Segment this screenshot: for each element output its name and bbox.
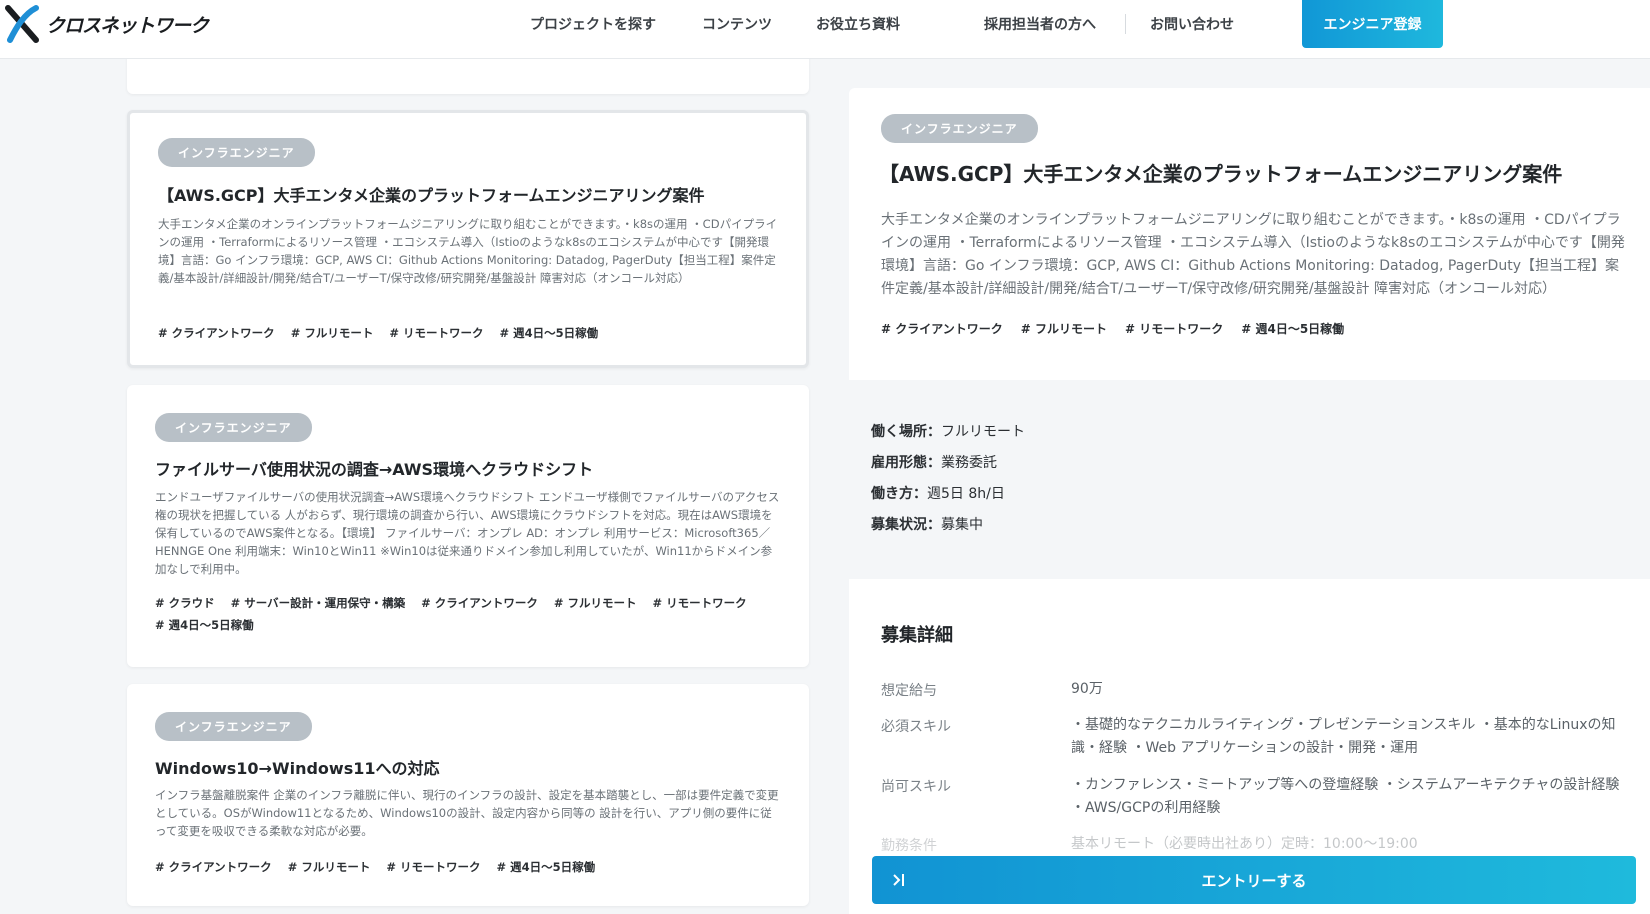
engineer-register-button[interactable]: エンジニア登録: [1302, 0, 1443, 48]
info-row-location: 働く場所：フルリモート: [871, 421, 1025, 441]
info-value: 募集中: [941, 517, 983, 533]
row-value-preferred-skills: ・カンファレンス・ミートアップ等への登壇経験 ・システムアーキテクチャの設計経験…: [1071, 777, 1620, 816]
tag[interactable]: # フルリモート: [1021, 320, 1107, 337]
tag[interactable]: # クライアントワーク: [158, 325, 275, 341]
info-key: 働き方：: [871, 486, 927, 502]
site-header: クロスネットワーク プロジェクトを探す コンテンツ お役立ち資料 採用担当者の方…: [0, 0, 1650, 59]
job-card[interactable]: インフラエンジニア 【AWS.GCP】大手エンタメ企業のプラットフォームエンジニ…: [127, 110, 809, 368]
arrow-right-bar-icon: [893, 874, 904, 886]
detail-title: 【AWS.GCP】大手エンタメ企業のプラットフォームエンジニアリング案件: [879, 162, 1563, 186]
category-badge: インフラエンジニア: [881, 114, 1038, 143]
tag-list: # クライアントワーク # フルリモート # リモートワーク # 週4日〜5日稼…: [155, 859, 781, 875]
info-value: 週5日 8h/日: [927, 486, 1005, 502]
entry-button-label: エントリーする: [1201, 871, 1307, 890]
row-key-required-skills: 必須スキル: [881, 719, 951, 735]
tag[interactable]: # クライアントワーク: [881, 320, 1003, 337]
tag-list: # クライアントワーク # フルリモート # リモートワーク # 週4日〜5日稼…: [158, 325, 784, 341]
nav-item-contents[interactable]: コンテンツ: [702, 14, 772, 34]
category-badge: インフラエンジニア: [155, 712, 312, 741]
row-value-salary: 90万: [1071, 681, 1103, 697]
nav-item-projects[interactable]: プロジェクトを探す: [530, 14, 656, 34]
section-title: 募集詳細: [881, 625, 953, 646]
job-card[interactable]: インフラエンジニア ファイルサーバ使用状況の調査→AWS環境へクラウドシフト エ…: [127, 385, 809, 667]
tag[interactable]: # クライアントワーク: [155, 859, 272, 875]
job-title[interactable]: 【AWS.GCP】大手エンタメ企業のプラットフォームエンジニアリング案件: [158, 182, 705, 206]
row-value-required-skills: ・基礎的なテクニカルライティング・プレゼンテーションスキル ・基本的なLinux…: [1071, 717, 1616, 756]
job-card[interactable]: インフラエンジニア Windows10→Windows11への対応 インフラ基盤…: [127, 684, 809, 906]
info-key: 雇用形態：: [871, 455, 941, 471]
nav-item-resources[interactable]: お役立ち資料: [816, 14, 900, 34]
info-value: 業務委託: [941, 455, 997, 471]
tag[interactable]: # 週4日〜5日稼働: [1241, 320, 1344, 337]
row-key-conditions: 勤務条件: [881, 838, 937, 854]
category-badge: インフラエンジニア: [158, 138, 315, 167]
tag-list: # クラウド # サーバー設計・運用保守・構築 # クライアントワーク # フル…: [155, 595, 781, 633]
job-title[interactable]: Windows10→Windows11への対応: [155, 755, 440, 779]
tag[interactable]: # リモートワーク: [653, 595, 747, 611]
job-info-summary: 働く場所：フルリモート 雇用形態：業務委託 働き方：週5日 8h/日 募集状況：…: [849, 381, 1650, 578]
job-description: インフラ基盤離脱案件 企業のインフラ離脱に伴い、現行のインフラの設計、設定を基本…: [155, 788, 779, 838]
tag[interactable]: # クラウド: [155, 595, 215, 611]
tag[interactable]: # リモートワーク: [1125, 320, 1223, 337]
job-description: エンドユーザファイルサーバの使用状況調査→AWS環境へクラウドシフト エンドユー…: [155, 490, 780, 576]
tag[interactable]: # フルリモート: [554, 595, 637, 611]
tag[interactable]: # リモートワーク: [386, 859, 480, 875]
tag[interactable]: # リモートワーク: [389, 325, 483, 341]
detail-description: 大手エンタメ企業のオンラインプラットフォームジニアリングに取り組むことができます…: [881, 212, 1625, 297]
logo-text: クロスネットワーク: [46, 14, 209, 37]
info-key: 働く場所：: [871, 424, 941, 440]
nav-divider: [1125, 14, 1126, 34]
job-description: 大手エンタメ企業のオンラインプラットフォームジニアリングに取り組むことができます…: [158, 217, 778, 285]
tag[interactable]: # クライアントワーク: [421, 595, 538, 611]
info-value: フルリモート: [941, 424, 1025, 440]
nav-item-contact[interactable]: お問い合わせ: [1150, 14, 1234, 34]
info-key: 募集状況：: [871, 517, 941, 533]
row-key-salary: 想定給与: [881, 683, 937, 699]
tag[interactable]: # 週4日〜5日稼働: [155, 617, 254, 633]
tag[interactable]: # 週4日〜5日稼働: [499, 325, 598, 341]
category-badge: インフラエンジニア: [155, 413, 312, 442]
info-row-employment: 雇用形態：業務委託: [871, 452, 997, 472]
nav-item-recruiters[interactable]: 採用担当者の方へ: [984, 14, 1096, 34]
tag[interactable]: # フルリモート: [291, 325, 374, 341]
info-row-status: 募集状況：募集中: [871, 514, 983, 534]
info-row-workstyle: 働き方：週5日 8h/日: [871, 483, 1005, 503]
row-key-preferred-skills: 尚可スキル: [881, 779, 951, 795]
tag[interactable]: # サーバー設計・運用保守・構築: [231, 595, 406, 611]
tag[interactable]: # フルリモート: [288, 859, 371, 875]
row-value-conditions: 基本リモート（必要時出社あり）定時：10:00〜19:00: [1071, 836, 1418, 852]
tag[interactable]: # 週4日〜5日稼働: [496, 859, 595, 875]
logo-mark-icon: [5, 5, 39, 43]
logo[interactable]: クロスネットワーク: [4, 4, 209, 44]
job-title[interactable]: ファイルサーバ使用状況の調査→AWS環境へクラウドシフト: [155, 456, 593, 480]
job-detail-panel: インフラエンジニア 【AWS.GCP】大手エンタメ企業のプラットフォームエンジニ…: [849, 88, 1650, 380]
entry-button[interactable]: エントリーする: [872, 856, 1636, 904]
detail-tag-list: # クライアントワーク # フルリモート # リモートワーク # 週4日〜5日稼…: [881, 320, 1344, 337]
